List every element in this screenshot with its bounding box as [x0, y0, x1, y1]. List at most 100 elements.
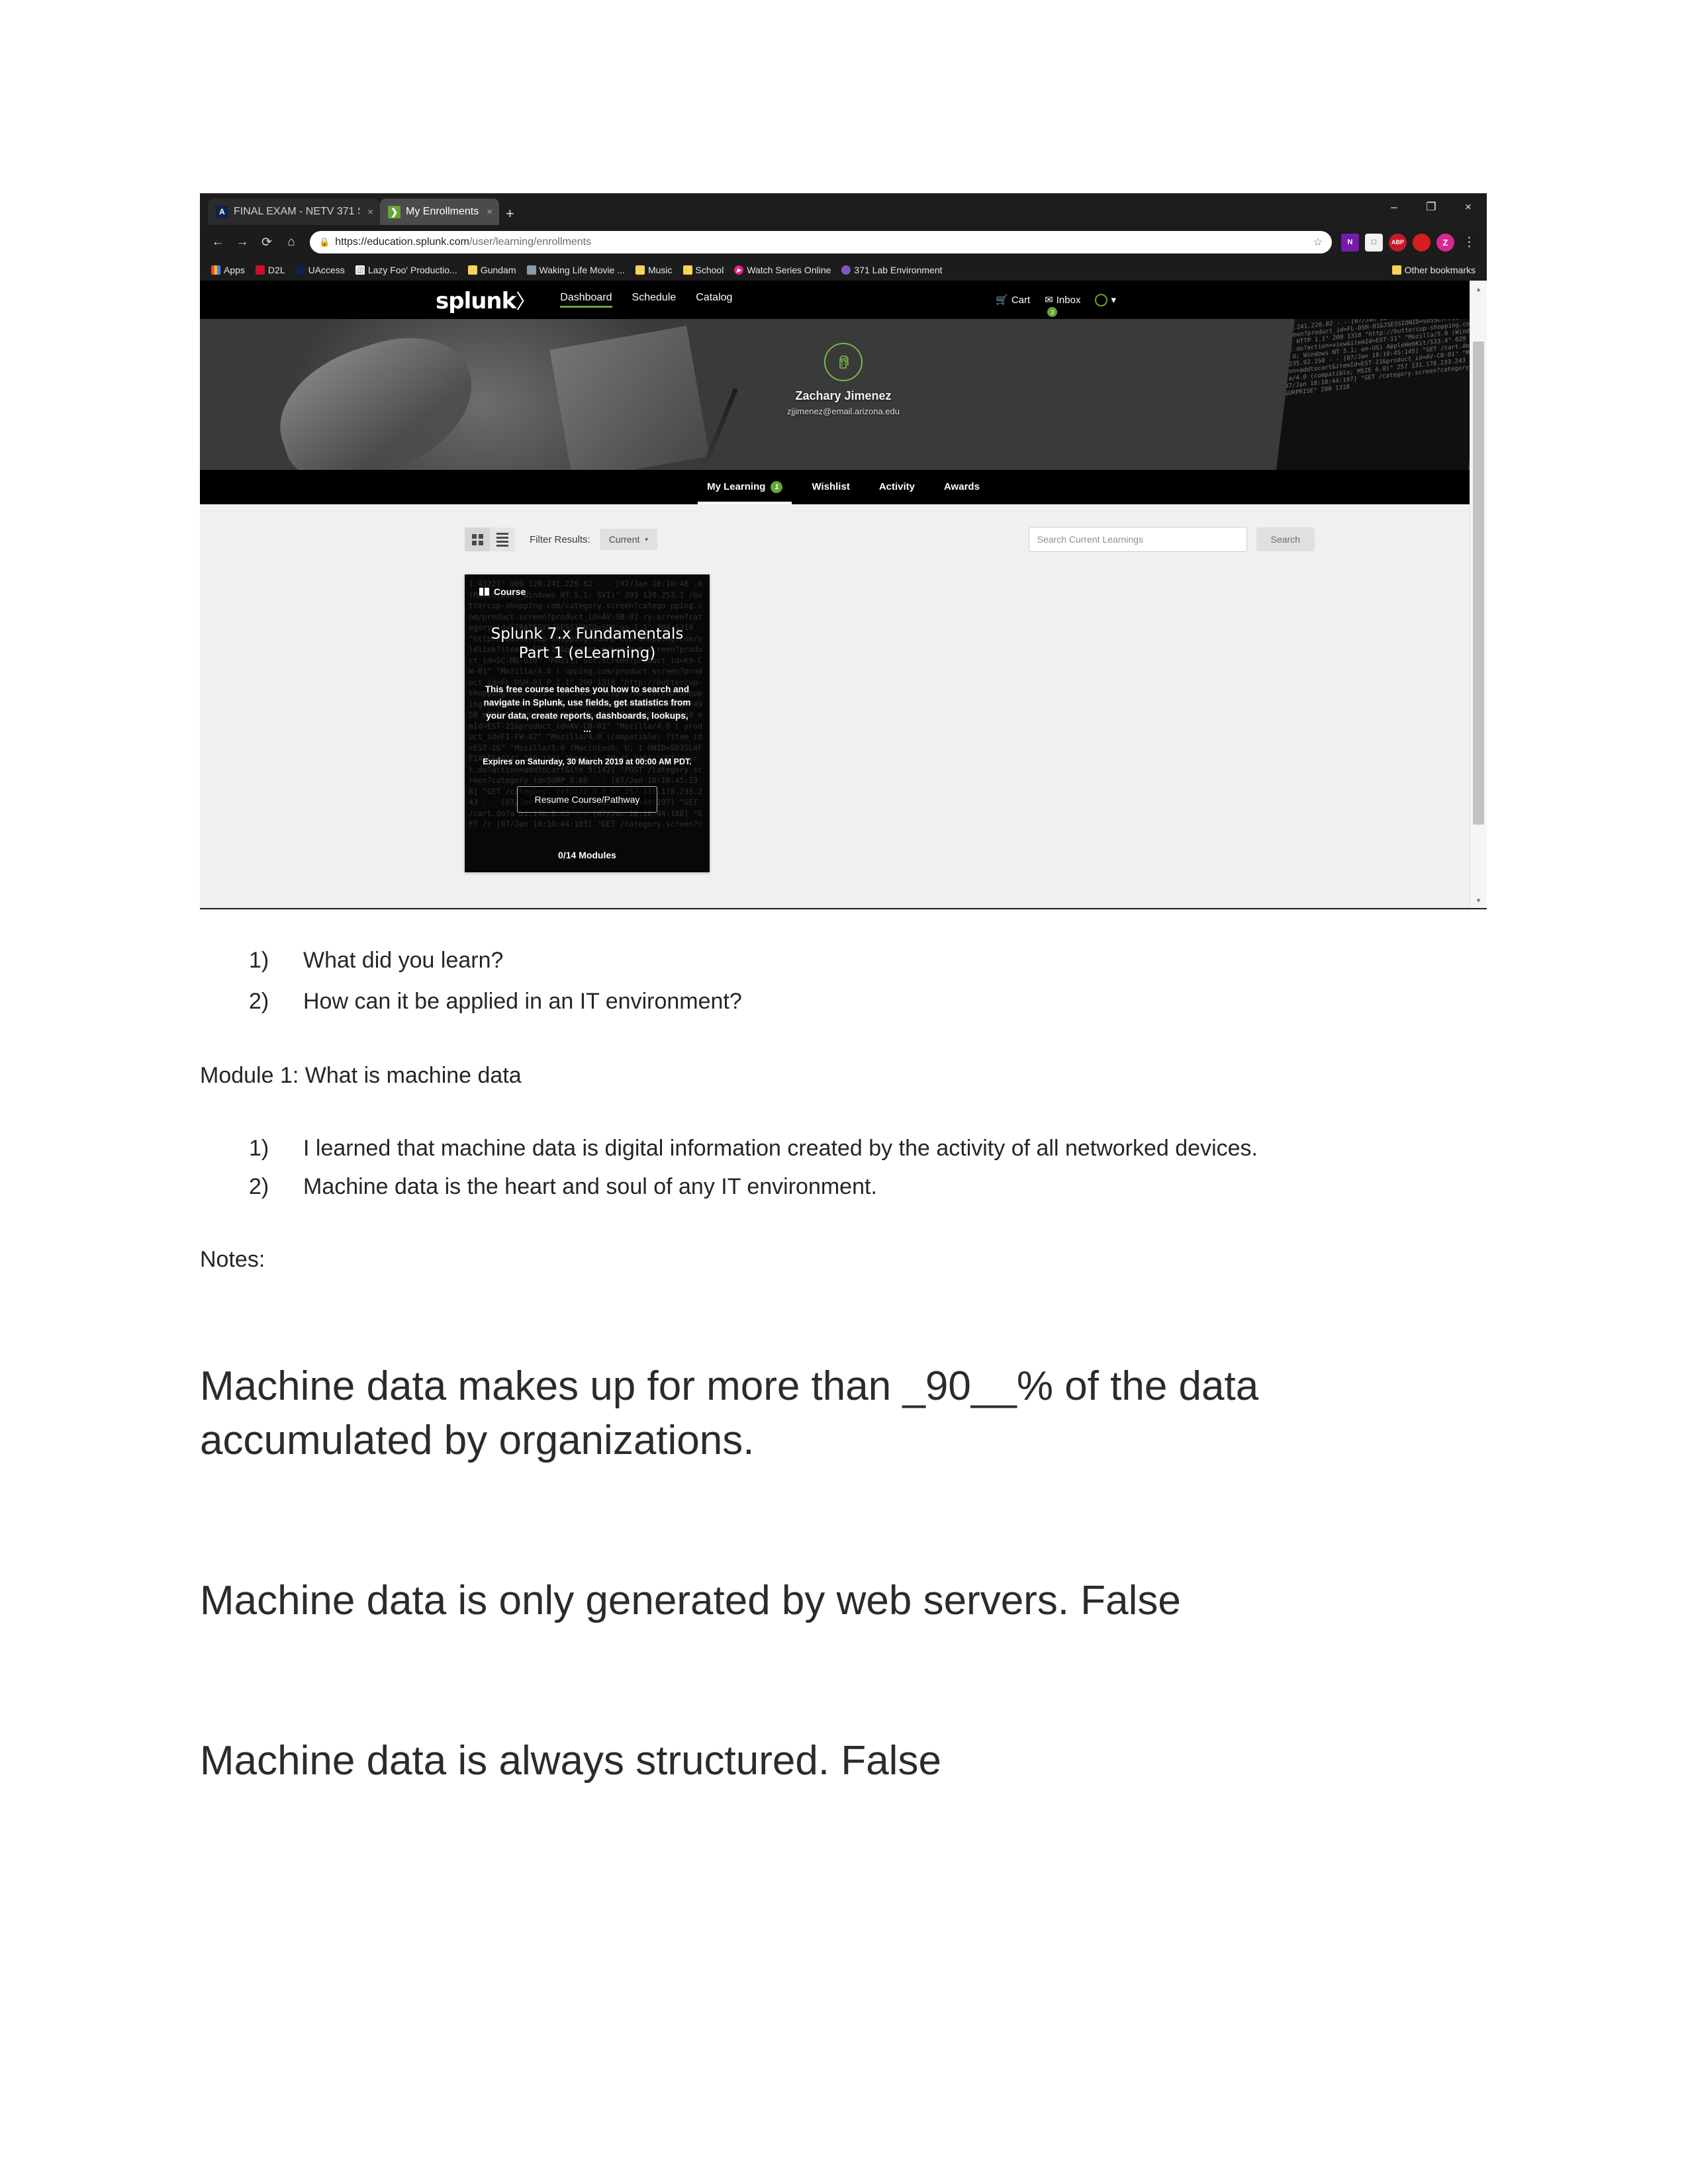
nav-schedule[interactable]: Schedule: [632, 292, 677, 308]
list-view-icon[interactable]: [490, 527, 515, 551]
document-body: 1) What did you learn? 2) How can it be …: [200, 940, 1491, 1788]
bookmark-label: UAccess: [308, 265, 345, 275]
scrollbar-thumb[interactable]: [1473, 341, 1484, 825]
splunk-chevron-icon: 〉: [516, 291, 536, 314]
statement-1: Machine data makes up for more than _90_…: [200, 1363, 1259, 1463]
bookmark-watch-series[interactable]: ▶ Watch Series Online: [729, 265, 835, 275]
arizona-a-icon: A: [216, 205, 228, 218]
bookmark-gundam[interactable]: Gundam: [463, 265, 521, 275]
inbox-label: Inbox: [1056, 294, 1081, 306]
notes-extension-icon[interactable]: □: [1365, 233, 1383, 251]
bookmark-label: Music: [647, 265, 673, 275]
inbox-badge: 3: [1047, 307, 1058, 317]
statement-2: Machine data is only generated by web se…: [200, 1578, 1181, 1623]
bookmark-star-icon[interactable]: ☆: [1313, 236, 1323, 249]
window-close-icon[interactable]: ×: [1450, 201, 1487, 214]
cart-label: Cart: [1011, 294, 1031, 306]
folder-icon: [682, 265, 692, 275]
apps-grid-icon: [211, 265, 220, 275]
filter-results-dropdown[interactable]: Current ▾: [599, 529, 657, 550]
list-number: 1): [249, 1136, 269, 1161]
tab-my-learning[interactable]: My Learning 1: [698, 470, 792, 504]
bookmark-waking-life[interactable]: Waking Life Movie ...: [522, 265, 630, 275]
search-button[interactable]: Search: [1256, 527, 1315, 551]
hero-profile-block: Zachary Jimenez zjjimenez@email.arizona.…: [200, 343, 1487, 416]
bookmark-label: Watch Series Online: [747, 265, 831, 275]
nav-dashboard[interactable]: Dashboard: [560, 292, 612, 308]
tab-title: My Enrollments: [406, 206, 479, 217]
new-tab-button[interactable]: +: [499, 206, 521, 225]
reload-icon[interactable]: ⟳: [256, 231, 278, 253]
list-number: 2): [249, 1174, 269, 1199]
site-header: splunk〉 Dashboard Schedule Catalog 🛒 Cart…: [200, 281, 1487, 319]
other-bookmarks-label: Other bookmarks: [1404, 265, 1476, 275]
onenote-extension-icon[interactable]: N: [1341, 233, 1359, 251]
hero-user-name: Zachary Jimenez: [795, 389, 892, 402]
bookmark-apps[interactable]: Apps: [207, 265, 250, 275]
profile-hero: 128.241.220.82 - - [07/Jan 18:10:48:143]…: [200, 319, 1487, 470]
address-bar[interactable]: 🔒 https://education.splunk.com/user/lear…: [310, 231, 1332, 253]
pocket-extension-icon[interactable]: [1413, 233, 1430, 251]
scroll-down-icon[interactable]: ▾: [1470, 892, 1487, 908]
list-item: 2) How can it be applied in an IT enviro…: [249, 981, 1491, 1022]
browser-menu-icon[interactable]: ⋮: [1458, 235, 1480, 250]
search-input[interactable]: Search Current Learnings: [1028, 527, 1247, 552]
tab-activity[interactable]: Activity: [879, 470, 915, 504]
resume-course-button[interactable]: Resume Course/Pathway: [516, 786, 658, 813]
cart-button[interactable]: 🛒 Cart: [996, 294, 1030, 306]
list-number: 2): [249, 989, 269, 1014]
bookmark-label: Waking Life Movie ...: [539, 265, 625, 275]
page-scrollbar[interactable]: ▴ ▾: [1470, 281, 1487, 908]
bookmark-lazy-foo[interactable]: ◫ Lazy Foo' Productio...: [351, 265, 462, 275]
droplet-icon: [841, 265, 851, 275]
forward-icon[interactable]: →: [231, 231, 254, 253]
adblock-plus-extension-icon[interactable]: ABP: [1389, 233, 1407, 251]
grid-view-icon[interactable]: [465, 527, 490, 551]
bookmark-music[interactable]: Music: [631, 265, 677, 275]
close-icon[interactable]: ×: [365, 206, 373, 218]
url-path: /user/learning/enrollments: [469, 236, 592, 248]
splunk-logo[interactable]: splunk〉: [436, 285, 536, 314]
cart-icon: 🛒: [996, 295, 1008, 306]
my-learning-badge: 1: [771, 481, 783, 493]
window-controls: – ❐ ×: [1376, 193, 1487, 221]
scroll-up-icon[interactable]: ▴: [1470, 281, 1487, 296]
address-bar-url: https://education.splunk.com/user/learni…: [335, 236, 591, 248]
tab-awards[interactable]: Awards: [944, 470, 980, 504]
filter-value: Current: [608, 534, 640, 545]
page-viewport: splunk〉 Dashboard Schedule Catalog 🛒 Cart…: [200, 281, 1487, 908]
account-menu-button[interactable]: ▾: [1095, 293, 1116, 306]
folder-icon: [467, 265, 477, 275]
nav-catalog[interactable]: Catalog: [696, 292, 732, 308]
inbox-icon: ✉: [1045, 295, 1053, 306]
close-icon[interactable]: ×: [484, 206, 492, 218]
bookmark-d2l[interactable]: D2L: [251, 265, 290, 275]
view-toggle-group: [465, 527, 515, 551]
user-avatar-icon: [1095, 293, 1108, 306]
bookmark-label: Lazy Foo' Productio...: [367, 265, 457, 275]
header-actions: 🛒 Cart ✉ Inbox 3 ▾: [996, 281, 1116, 319]
browser-tab-final-exam[interactable]: A FINAL EXAM - NETV 371 SP19 00 ×: [208, 199, 380, 225]
bookmark-school[interactable]: School: [679, 265, 729, 275]
browser-tab-my-enrollments[interactable]: ❯ My Enrollments ×: [380, 199, 500, 225]
d2l-icon: [255, 265, 265, 275]
maximize-icon[interactable]: ❐: [1413, 201, 1450, 214]
home-icon[interactable]: ⌂: [280, 231, 303, 253]
back-icon[interactable]: ←: [207, 231, 229, 253]
other-bookmarks-button[interactable]: Other bookmarks: [1387, 265, 1480, 275]
profile-avatar-icon[interactable]: Z: [1436, 233, 1454, 251]
course-card[interactable]: 1.4322)" 969 128.241.220.82 - - [07/Jan …: [465, 574, 710, 872]
bookmarks-bar: Apps D2L UAccess ◫ Lazy Foo' Productio...…: [200, 259, 1487, 281]
minimize-icon[interactable]: –: [1376, 201, 1413, 214]
tab-wishlist[interactable]: Wishlist: [812, 470, 849, 504]
hero-user-email: zjjimenez@email.arizona.edu: [787, 406, 900, 416]
course-type-badge: Course: [479, 586, 526, 597]
inbox-button[interactable]: ✉ Inbox 3: [1045, 294, 1081, 317]
bookmark-uaccess[interactable]: UAccess: [291, 265, 350, 275]
brain-circuit-head-icon: [824, 343, 863, 381]
results-toolbar: Filter Results: Current ▾ Search Current…: [465, 504, 1315, 552]
browser-tab-strip: A FINAL EXAM - NETV 371 SP19 00 × ❯ My E…: [200, 193, 1487, 225]
bookmark-371-lab[interactable]: 371 Lab Environment: [837, 265, 947, 275]
